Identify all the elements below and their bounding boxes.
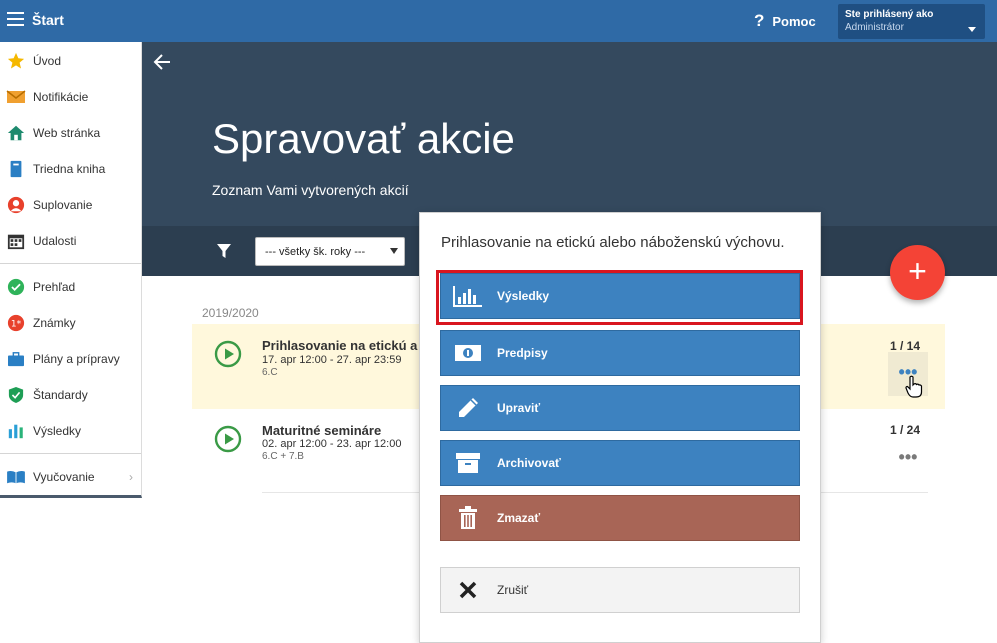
sidebar-item-prehlad[interactable]: Prehľad — [0, 269, 141, 305]
sidebar-item-vyucovanie[interactable]: Vyučovanie › — [0, 459, 141, 495]
add-event-button[interactable]: + — [890, 245, 945, 300]
hand-cursor-icon — [905, 375, 923, 398]
bar-chart-icon — [6, 421, 26, 441]
sidebar-item-label: Prehľad — [33, 280, 76, 294]
sidebar-item-plany-a-pripravy[interactable]: Plány a prípravy — [0, 341, 141, 377]
year-filter-select[interactable]: --- všetky šk. roky --- — [255, 237, 405, 266]
calendar-icon — [6, 231, 26, 251]
event-count: 1 / 24 — [889, 423, 920, 437]
archive-label: Archivovať — [497, 456, 561, 470]
sidebar-item-label: Web stránka — [33, 126, 101, 140]
chevron-right-icon: › — [129, 470, 133, 484]
substitute-icon — [6, 195, 26, 215]
delete-button[interactable]: Zmazať — [440, 495, 800, 541]
sidebar-item-notifikacie[interactable]: Notifikácie — [0, 79, 141, 115]
sidebar-item-standardy[interactable]: Štandardy — [0, 377, 141, 413]
help-link[interactable]: ? Pomoc — [754, 11, 816, 31]
star-icon — [6, 51, 26, 71]
sidebar-item-label: Suplovanie — [33, 198, 93, 212]
book-icon — [6, 159, 26, 179]
chevron-down-icon — [390, 248, 398, 254]
selection-highlight — [436, 270, 803, 325]
envelope-icon — [6, 87, 26, 107]
filter-icon — [217, 244, 231, 258]
cancel-button[interactable]: Zrušiť — [440, 567, 800, 613]
sidebar-item-uvod[interactable]: Úvod — [0, 43, 141, 79]
year-group-label: 2019/2020 — [202, 306, 259, 320]
regulations-label: Predpisy — [497, 346, 548, 360]
page-subtitle: Zoznam Vami vytvorených akcií — [212, 182, 409, 198]
popup-title: Prihlasovanie na etickú alebo náboženskú… — [441, 234, 785, 251]
svg-text:1*: 1* — [11, 320, 22, 330]
edit-label: Upraviť — [497, 401, 541, 415]
page-header: Spravovať akcie Zoznam Vami vytvorených … — [142, 42, 997, 226]
close-icon — [453, 577, 483, 603]
cancel-label: Zrušiť — [497, 583, 529, 597]
sidebar-item-label: Úvod — [33, 54, 62, 68]
sidebar-item-label: Notifikácie — [33, 90, 89, 104]
sidebar-item-label: Vyučovanie — [33, 470, 95, 484]
archive-button[interactable]: Archivovať — [440, 440, 800, 486]
more-dots-icon: ••• — [898, 447, 918, 467]
delete-label: Zmazať — [497, 511, 541, 525]
pencil-icon — [453, 395, 483, 421]
user-menu[interactable]: Ste prihlásený ako Administrátor — [838, 4, 985, 39]
sidebar-item-znamky[interactable]: 1* Známky — [0, 305, 141, 341]
event-count: 1 / 14 — [889, 339, 920, 353]
edit-button[interactable]: Upraviť — [440, 385, 800, 431]
sidebar-item-label: Výsledky — [33, 424, 82, 438]
open-book-icon — [6, 467, 26, 487]
money-icon — [453, 340, 483, 366]
event-dates: 17. apr 12:00 - 27. apr 23:59 — [262, 354, 402, 366]
question-mark-icon: ? — [754, 11, 765, 30]
top-bar: Štart ? Pomoc Ste prihlásený ako Adminis… — [0, 0, 997, 42]
sidebar-divider — [0, 263, 141, 264]
home-icon — [6, 123, 26, 143]
event-dates: 02. apr 12:00 - 23. apr 12:00 — [262, 438, 402, 450]
check-circle-icon — [6, 277, 26, 297]
event-title[interactable]: Maturitné semináre — [262, 423, 381, 438]
page-title: Spravovať akcie — [212, 115, 515, 162]
sidebar-item-label: Udalosti — [33, 234, 77, 248]
event-classes: 6.C — [262, 367, 278, 378]
sidebar-divider — [0, 453, 141, 454]
sidebar-item-label: Známky — [33, 316, 76, 330]
sidebar-item-label: Štandardy — [33, 388, 88, 402]
chevron-down-icon — [968, 27, 976, 32]
sidebar-item-udalosti[interactable]: Udalosti — [0, 223, 141, 259]
shield-icon — [6, 385, 26, 405]
event-title[interactable]: Prihlasovanie na etickú a — [262, 338, 417, 353]
year-filter-value: --- všetky šk. roky --- — [265, 246, 366, 258]
help-label: Pomoc — [772, 13, 816, 29]
briefcase-icon — [6, 349, 26, 369]
sidebar: Úvod Notifikácie Web stránka Triedna kni… — [0, 42, 142, 498]
sidebar-item-triedna-kniha[interactable]: Triedna kniha — [0, 151, 141, 187]
more-options-button[interactable]: ••• — [888, 437, 928, 481]
sidebar-item-label: Plány a prípravy — [33, 352, 120, 366]
archive-box-icon — [453, 450, 483, 476]
sidebar-item-label: Triedna kniha — [33, 162, 106, 176]
grades-icon: 1* — [6, 313, 26, 333]
user-role: Administrátor — [845, 22, 904, 33]
event-classes: 6.C + 7.B — [262, 451, 304, 462]
play-icon[interactable] — [214, 340, 242, 368]
back-arrow-icon[interactable] — [152, 52, 172, 72]
hamburger-menu-icon[interactable] — [7, 12, 24, 26]
sidebar-item-vysledky[interactable]: Výsledky — [0, 413, 141, 449]
regulations-button[interactable]: Predpisy — [440, 330, 800, 376]
trash-icon — [453, 505, 483, 531]
sidebar-item-web-stranka[interactable]: Web stránka — [0, 115, 141, 151]
user-menu-caption: Ste prihlásený ako — [845, 9, 934, 20]
sidebar-item-suplovanie[interactable]: Suplovanie — [0, 187, 141, 223]
app-title[interactable]: Štart — [32, 12, 64, 28]
play-icon[interactable] — [214, 425, 242, 453]
